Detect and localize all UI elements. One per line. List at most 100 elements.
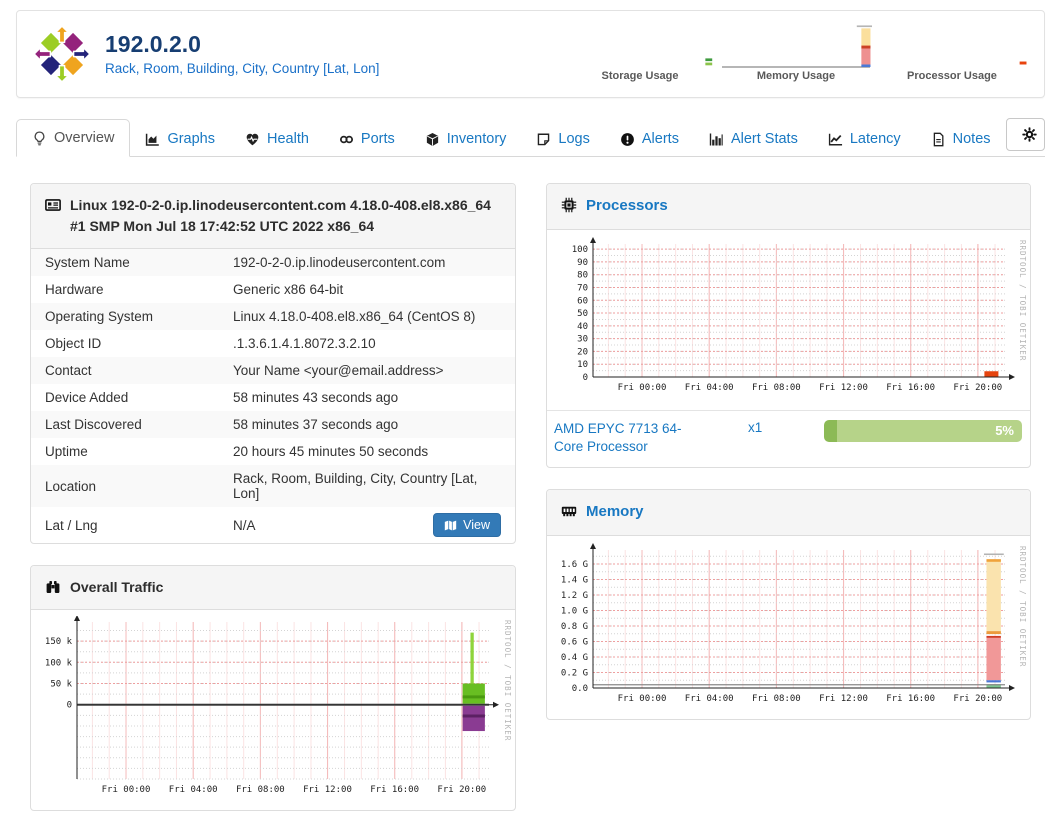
table-row: Lat / Lng N/A View	[31, 507, 515, 543]
tab-alert-stats[interactable]: Alert Stats	[694, 121, 813, 157]
processor-usage-label: Processor Usage	[907, 69, 997, 82]
svg-text:1.6 G: 1.6 G	[561, 560, 588, 570]
row-value: 192-0-2-0.ip.linodeusercontent.com	[233, 255, 446, 270]
svg-text:40: 40	[577, 321, 588, 331]
tab-alert-stats-label: Alert Stats	[730, 131, 798, 147]
tab-overview[interactable]: Overview	[16, 119, 131, 157]
table-row: Uptime 20 hours 45 minutes 50 seconds	[31, 438, 515, 465]
processors-title-link[interactable]: Processors	[586, 195, 668, 218]
system-info-panel: Linux 192-0-2-0.ip.linodeusercontent.com…	[30, 183, 516, 544]
link-icon	[339, 135, 353, 143]
svg-text:10: 10	[577, 360, 588, 370]
system-title: Linux 192-0-2-0.ip.linodeusercontent.com…	[70, 197, 491, 234]
row-label: Uptime	[45, 444, 88, 459]
processor-usage-sparkline[interactable]: Processor Usage	[874, 21, 1030, 88]
tab-logs[interactable]: Logs	[521, 121, 604, 157]
row-value: Rack, Room, Building, City, Country [Lat…	[233, 471, 478, 501]
processor-usage-mini-graph	[1019, 61, 1027, 64]
processor-row: AMD EPYC 7713 64-Core Processor x1 5%	[547, 409, 1030, 468]
processor-usage-percent: 5%	[995, 422, 1014, 438]
processors-panel: Processors 0 10 20 30 40 50 60 70 80 90 100 Fri 00:…	[546, 183, 1031, 469]
processor-name-link[interactable]: AMD EPYC 7713 64-Core Processor	[554, 420, 706, 458]
overall-traffic-title: Overall Traffic	[70, 579, 164, 595]
tab-graphs[interactable]: Graphs	[130, 121, 230, 157]
device-settings-button[interactable]	[1007, 119, 1044, 150]
table-row: System Name 192-0-2-0.ip.linodeuserconten…	[31, 249, 515, 276]
table-row: Location Rack, Room, Building, City, Coun…	[31, 465, 515, 507]
svg-text:Fri 08:00: Fri 08:00	[752, 383, 801, 393]
memory-graph[interactable]: 0.0 0.2 G 0.4 G 0.6 G 0.8 G 1.0 G 1.2 G 1.4 G 1.…	[547, 536, 1030, 719]
svg-text:0.0: 0.0	[572, 684, 588, 694]
svg-text:Fri 12:00: Fri 12:00	[819, 694, 868, 704]
svg-text:Fri 20:00: Fri 20:00	[953, 694, 1002, 704]
view-location-button[interactable]: View	[433, 513, 501, 537]
overall-traffic-panel: Overall Traffic 0 50 k 100 k 150 k Fri 00:00…	[30, 565, 516, 811]
overview-content: Linux 192-0-2-0.ip.linodeusercontent.com…	[30, 183, 1031, 832]
overall-traffic-graph[interactable]: 0 50 k 100 k 150 k Fri 00:00 Fri 04:00 Fri 08:…	[31, 610, 515, 810]
line-chart-icon	[828, 133, 842, 145]
memory-usage-sparkline[interactable]: Memory Usage	[718, 21, 874, 88]
svg-text:0.8 G: 0.8 G	[561, 622, 588, 632]
cube-icon	[426, 132, 438, 146]
alert-circle-icon	[621, 132, 634, 146]
memory-title-link[interactable]: Memory	[586, 501, 644, 524]
binoculars-icon	[46, 581, 60, 593]
svg-text:Fri 00:00: Fri 00:00	[102, 785, 151, 795]
svg-text:Fri 08:00: Fri 08:00	[752, 694, 801, 704]
svg-text:Fri 04:00: Fri 04:00	[685, 694, 734, 704]
svg-text:150 k: 150 k	[45, 637, 73, 647]
rrdtool-watermark: RRDTOOL / TOBI OETIKER	[503, 620, 512, 742]
heartbeat-icon	[246, 133, 259, 145]
centos-logo-icon	[33, 25, 91, 83]
table-row: Object ID .1.3.6.1.4.1.8072.3.2.10	[31, 330, 515, 357]
svg-text:30: 30	[577, 334, 588, 344]
row-label: Location	[45, 478, 97, 494]
device-location-link[interactable]: Rack, Room, Building, City, Country [Lat…	[105, 61, 379, 76]
tab-inventory[interactable]: Inventory	[410, 121, 522, 157]
svg-text:Fri 08:00: Fri 08:00	[236, 785, 285, 795]
overall-traffic-rrd-chart: 0 50 k 100 k 150 k Fri 00:00 Fri 04:00 Fri 08:…	[45, 615, 499, 795]
memory-usage-mini-graph	[722, 24, 872, 68]
row-value: Linux 4.18.0-408.el8.x86_64 (CentOS 8)	[233, 309, 476, 324]
row-value: N/A	[233, 517, 256, 533]
row-label: Hardware	[45, 282, 104, 297]
row-label: Lat / Lng	[45, 517, 98, 533]
svg-text:60: 60	[577, 296, 588, 306]
svg-text:1.2 G: 1.2 G	[561, 591, 588, 601]
overall-traffic-heading: Overall Traffic	[31, 566, 515, 610]
tab-alerts[interactable]: Alerts	[605, 121, 694, 157]
tab-health[interactable]: Health	[230, 121, 324, 157]
svg-text:Fri 16:00: Fri 16:00	[370, 785, 419, 795]
tab-notes[interactable]: Notes	[916, 121, 1006, 157]
tab-inventory-label: Inventory	[446, 131, 507, 147]
device-header: 192.0.2.0 Rack, Room, Building, City, Co…	[16, 10, 1045, 98]
table-row: Device Added 58 minutes 43 seconds ago	[31, 384, 515, 411]
storage-usage-sparkline[interactable]: Storage Usage	[562, 21, 718, 88]
storage-usage-mini-graph	[705, 57, 713, 65]
tab-latency[interactable]: Latency	[813, 121, 916, 157]
memory-panel: Memory 0.0 0.2 G 0.4 G 0.6 G 0.8 G 1.0 G 1.2 G…	[546, 489, 1031, 720]
svg-text:Fri 04:00: Fri 04:00	[169, 785, 218, 795]
memory-icon	[561, 507, 577, 517]
row-value: 58 minutes 37 seconds ago	[233, 417, 399, 432]
processors-graph[interactable]: 0 10 20 30 40 50 60 70 80 90 100 Fri 00:00 Fri 04:00…	[547, 230, 1030, 410]
librenms-device-overview-page: { "header": { "device_name": "192.0.2.0"…	[0, 10, 1061, 811]
system-info-table: System Name 192-0-2-0.ip.linodeuserconten…	[31, 249, 515, 543]
svg-text:100: 100	[572, 245, 588, 255]
svg-text:0: 0	[583, 373, 588, 383]
svg-text:0.4 G: 0.4 G	[561, 653, 588, 663]
processors-heading: Processors	[547, 184, 1030, 230]
row-label: Device Added	[45, 390, 129, 405]
file-icon	[933, 132, 944, 146]
svg-text:Fri 12:00: Fri 12:00	[819, 383, 868, 393]
svg-text:20: 20	[577, 347, 588, 357]
svg-text:Fri 04:00: Fri 04:00	[685, 383, 734, 393]
tab-graphs-label: Graphs	[167, 131, 215, 147]
row-value: Generic x86 64-bit	[233, 282, 344, 297]
row-label: Last Discovered	[45, 417, 142, 432]
rrdtool-watermark: RRDTOOL / TOBI OETIKER	[1018, 239, 1027, 361]
tab-ports[interactable]: Ports	[324, 121, 410, 157]
svg-text:0.6 G: 0.6 G	[561, 637, 588, 647]
svg-text:1.0 G: 1.0 G	[561, 606, 588, 616]
svg-text:0.2 G: 0.2 G	[561, 668, 588, 678]
